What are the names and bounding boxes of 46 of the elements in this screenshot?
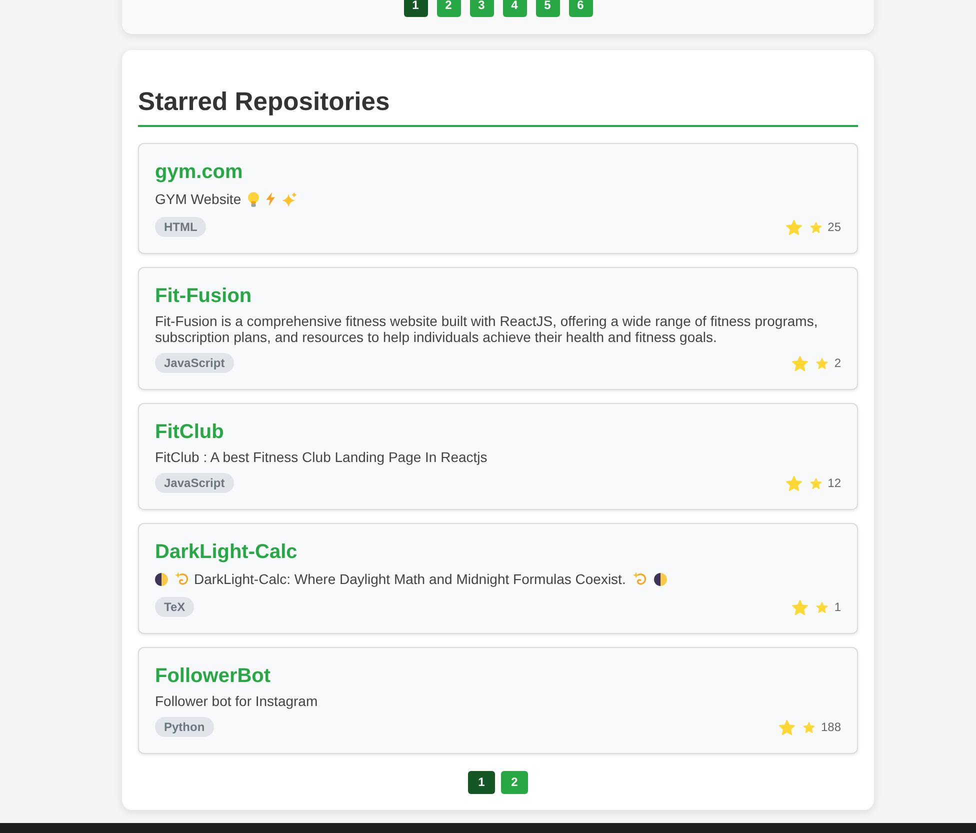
section-title: Starred Repositories <box>138 87 391 118</box>
star-count: 12 <box>828 476 841 490</box>
language-tag: JavaScript <box>155 353 234 373</box>
star-count: 1 <box>834 600 841 614</box>
page-button[interactable]: 2 <box>501 771 528 794</box>
star-icon <box>778 720 795 734</box>
sparkles-icon <box>282 192 298 206</box>
page-button[interactable]: 1 <box>468 771 495 794</box>
language-tag: HTML <box>155 217 206 237</box>
repo-name[interactable]: DarkLight-Calc <box>155 541 298 563</box>
star-icon <box>810 222 822 232</box>
page-button[interactable]: 6 <box>568 0 592 17</box>
page-button[interactable]: 3 <box>470 0 494 17</box>
page-button[interactable]: 5 <box>536 0 560 17</box>
page-button[interactable]: 1 <box>404 0 428 17</box>
star-icon <box>810 478 822 488</box>
repo-description: FitClub : A best Fitness Club Landing Page In Reactjs <box>155 449 488 465</box>
star-count: 188 <box>820 720 841 734</box>
star-count: 25 <box>828 220 841 234</box>
dizzy-icon <box>632 572 647 586</box>
star-icon <box>792 600 808 614</box>
star-icon <box>816 358 828 368</box>
repo-name[interactable]: Fit-Fusion <box>155 285 252 307</box>
page-button[interactable]: 2 <box>436 0 460 17</box>
repo-description: DarkLight-Calc: Where Daylight Math and Midnight Formulas Coexist. <box>194 571 626 587</box>
star-icon <box>816 602 828 612</box>
repo-description: Fit-Fusion is a comprehensive fitness website built with ReactJS, offering a wide range of fitness programs, subscription plans, and resources to help individuals achieve their health and fitness goals. <box>155 313 819 345</box>
language-tag: Python <box>155 717 214 737</box>
language-tag: TeX <box>155 597 194 617</box>
star-icon <box>786 220 802 234</box>
repo-name[interactable]: gym.com <box>155 161 243 183</box>
lightning-icon <box>266 192 276 206</box>
repo-description: Follower bot for Instagram <box>155 693 318 709</box>
page-button[interactable]: 4 <box>502 0 526 17</box>
half-moon-icon <box>155 572 168 586</box>
repo-name[interactable]: FollowerBot <box>155 665 271 687</box>
repo-description: GYM Website <box>155 191 242 207</box>
lightbulb-icon <box>248 192 260 206</box>
star-icon <box>786 476 802 490</box>
repo-name[interactable]: FitClub <box>155 421 224 443</box>
star-icon <box>792 356 808 370</box>
language-tag: JavaScript <box>155 473 234 493</box>
dizzy-icon <box>175 572 189 586</box>
star-count: 2 <box>834 356 841 370</box>
half-moon-icon <box>654 572 667 586</box>
star-icon <box>802 722 815 732</box>
